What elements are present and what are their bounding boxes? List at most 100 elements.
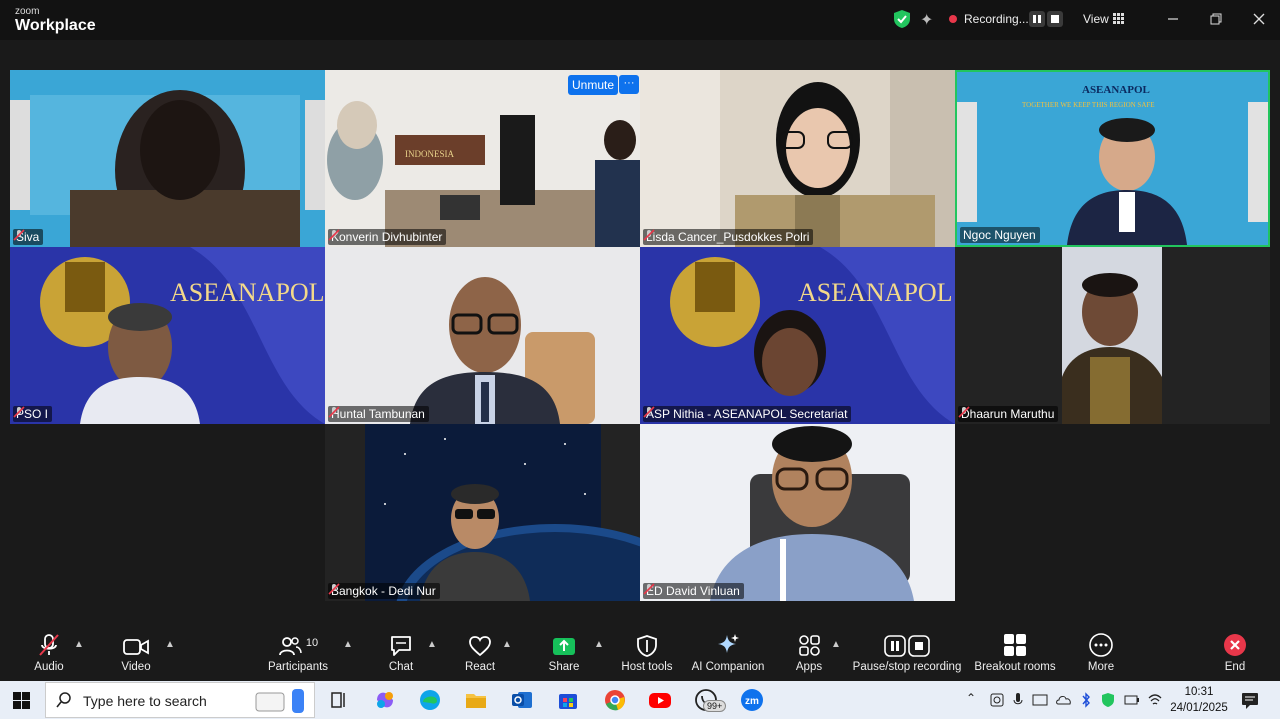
video-tile-bangkok[interactable]: Bangkok - Dedi Nur — [325, 424, 640, 601]
share-label: Share — [548, 661, 580, 673]
video-feed: ASEANAPOL TOGETHER WE KEEP THIS REGION S… — [957, 72, 1268, 245]
zoom-app-icon[interactable]: zm — [740, 688, 764, 712]
outlook-icon[interactable] — [510, 688, 534, 712]
participant-name: Dhaarun Maruthu — [961, 407, 1055, 421]
file-explorer-icon[interactable] — [464, 688, 488, 712]
bluetooth-icon[interactable] — [1080, 692, 1092, 708]
security-shield-icon[interactable] — [894, 10, 910, 28]
participant-name-label: ASP Nithia - ASEANAPOL Secretariat — [643, 406, 852, 422]
minimize-button[interactable] — [1161, 8, 1185, 30]
participant-name-label: Ngoc Nguyen — [960, 227, 1040, 243]
share-button[interactable]: Share — [548, 627, 580, 681]
whatsapp-badge: 99+ — [703, 700, 727, 712]
taskbar-search-box[interactable]: Type here to search — [45, 682, 315, 718]
video-tile-david[interactable]: ED David Vinluan — [640, 424, 955, 601]
more-dots-icon — [1089, 633, 1113, 657]
youtube-icon[interactable] — [648, 688, 672, 712]
participant-name-label: Lisda Cancer_Pusdokkes Polri — [643, 229, 814, 245]
wifi-icon[interactable] — [1147, 692, 1163, 708]
close-icon — [1253, 13, 1265, 25]
chrome-icon[interactable] — [603, 688, 627, 712]
more-label: More — [1087, 661, 1115, 673]
more-button[interactable]: More — [1086, 627, 1116, 681]
zoom-logo: zoom Workplace — [15, 7, 96, 34]
windows-start-icon[interactable] — [13, 692, 30, 709]
pause-stop-recording-button[interactable]: Pause/stop recording — [852, 627, 962, 681]
stop-icon — [908, 635, 930, 657]
react-options-chevron-icon[interactable]: ▲ — [502, 639, 512, 650]
video-feed: ASEANAPOL — [640, 247, 955, 424]
chat-label: Chat — [388, 661, 414, 673]
meeting-toolbar: Audio ▲ Video ▲ 10 Participants ▲ Chat ▲… — [0, 627, 1280, 681]
search-icon — [56, 692, 71, 708]
chat-icon — [391, 636, 411, 656]
stop-recording-button[interactable] — [1047, 11, 1063, 27]
pause-recording-button[interactable] — [1029, 11, 1045, 27]
backdrop-slogan-text: TOGETHER WE KEEP THIS REGION SAFE — [1022, 101, 1155, 109]
video-tile-siva[interactable]: Siva — [10, 70, 325, 247]
recording-status: Recording... — [964, 12, 1029, 26]
participants-count: 10 — [305, 637, 319, 649]
muted-mic-icon — [13, 406, 25, 418]
video-tile-pso[interactable]: ASEANAPOL PSO I — [10, 247, 325, 424]
backdrop-indonesia-text: INDONESIA — [405, 149, 454, 159]
backdrop-aseanapol-text: ASEANAPOL — [798, 278, 953, 307]
clock-time: 10:31 — [1184, 686, 1214, 698]
participants-button[interactable]: 10 Participants — [265, 627, 331, 681]
task-view-icon[interactable] — [327, 688, 351, 712]
video-feed — [325, 247, 640, 424]
meet-now-icon[interactable] — [990, 692, 1004, 708]
restore-button[interactable] — [1204, 8, 1228, 30]
video-tile-huntal[interactable]: Huntal Tambunan — [325, 247, 640, 424]
svg-text:zm: zm — [745, 696, 759, 707]
chat-options-chevron-icon[interactable]: ▲ — [427, 639, 437, 650]
end-meeting-button[interactable]: End — [1220, 627, 1250, 681]
view-button[interactable]: View — [1083, 12, 1109, 26]
participant-name-label: Dhaarun Maruthu — [958, 406, 1059, 422]
close-window-button[interactable] — [1247, 8, 1271, 30]
microphone-icon[interactable] — [1012, 692, 1024, 708]
unmute-button[interactable]: Unmute — [568, 75, 619, 95]
ai-sparkle-icon[interactable]: ✦ — [920, 10, 933, 30]
apps-options-chevron-icon[interactable]: ▲ — [831, 639, 841, 650]
audio-options-chevron-icon[interactable]: ▲ — [74, 639, 84, 650]
video-options-chevron-icon[interactable]: ▲ — [165, 639, 175, 650]
participant-name: Huntal Tambunan — [331, 407, 425, 421]
apps-button[interactable]: Apps — [794, 627, 824, 681]
video-button[interactable]: Video — [116, 627, 156, 681]
edge-browser-icon[interactable] — [418, 688, 442, 712]
copilot-icon[interactable] — [373, 688, 397, 712]
video-tile-konverin[interactable]: INDONESIA Konverin Divhubinter — [325, 70, 640, 247]
breakout-rooms-button[interactable]: Breakout rooms — [974, 627, 1056, 681]
title-bar: zoom Workplace ✦ Recording... View — [0, 0, 1280, 40]
more-options-button[interactable]: ··· — [619, 75, 639, 94]
react-label: React — [464, 661, 496, 673]
grid-view-icon[interactable] — [1113, 13, 1124, 24]
video-tile-ngoc-active-speaker[interactable]: ASEANAPOL TOGETHER WE KEEP THIS REGION S… — [955, 70, 1270, 247]
onedrive-icon[interactable] — [1056, 692, 1072, 708]
audio-button[interactable]: Audio — [28, 627, 70, 681]
host-tools-label: Host tools — [621, 661, 673, 673]
battery-icon[interactable] — [1124, 692, 1140, 708]
taskbar-clock[interactable]: 10:31 24/01/2025 — [1170, 684, 1228, 716]
participant-name: ED David Vinluan — [646, 584, 740, 598]
host-tools-button[interactable]: Host tools — [620, 627, 674, 681]
video-tile-nithia[interactable]: ASEANAPOL ASP Nithia - ASEANAPOL Secreta… — [640, 247, 955, 424]
microsoft-store-icon[interactable] — [556, 688, 580, 712]
video-tile-dhaarun[interactable]: Dhaarun Maruthu — [955, 247, 1270, 424]
device-icon[interactable] — [1032, 692, 1048, 708]
video-tile-lisda[interactable]: Lisda Cancer_Pusdokkes Polri — [640, 70, 955, 247]
notifications-icon[interactable] — [1240, 690, 1260, 710]
show-hidden-icons-chevron-icon[interactable]: ⌃ — [966, 691, 976, 705]
security-icon[interactable] — [1100, 692, 1116, 708]
participants-options-chevron-icon[interactable]: ▲ — [343, 639, 353, 650]
audio-label: Audio — [34, 661, 64, 673]
muted-mic-icon — [13, 229, 25, 241]
minimize-icon — [1168, 18, 1178, 20]
ai-companion-button[interactable]: AI Companion — [691, 627, 765, 681]
share-options-chevron-icon[interactable]: ▲ — [594, 639, 604, 650]
apps-label: Apps — [795, 661, 823, 673]
react-button[interactable]: React — [464, 627, 496, 681]
muted-mic-icon — [643, 229, 655, 241]
chat-button[interactable]: Chat — [386, 627, 416, 681]
